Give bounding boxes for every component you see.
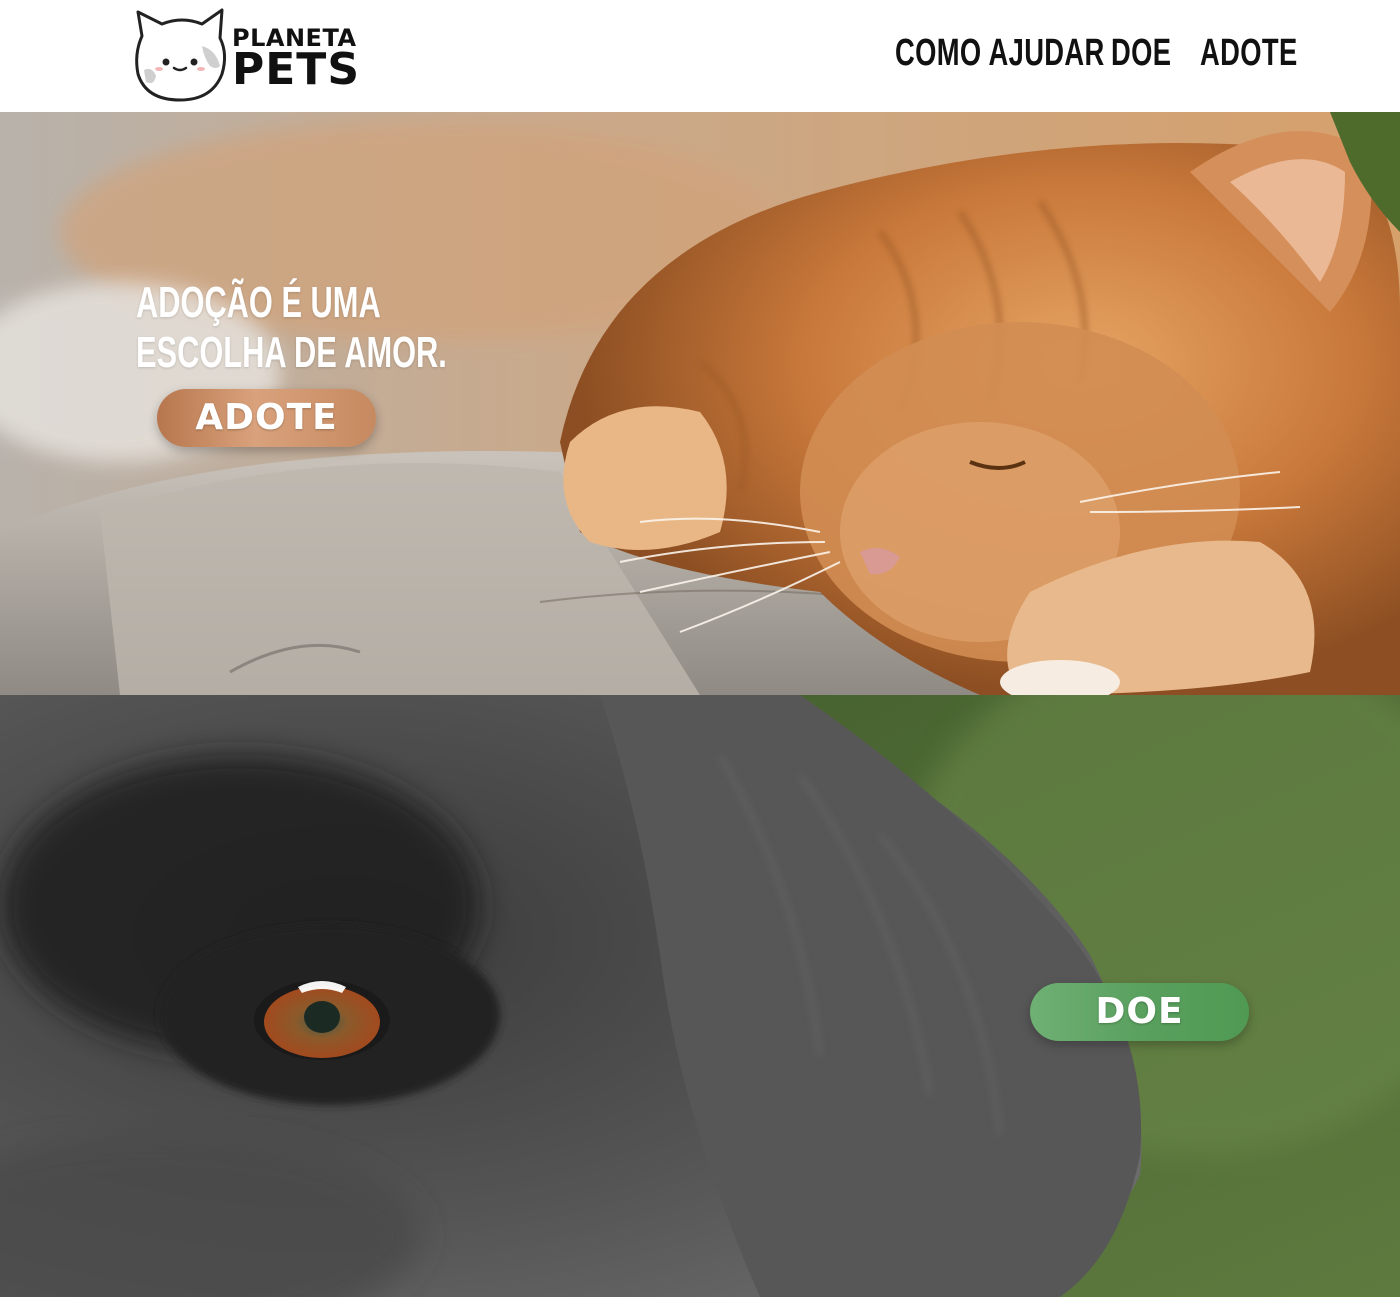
nav-doe[interactable]: DOE (1111, 32, 1195, 78)
brand-logo[interactable]: PLANETA PETS (132, 6, 372, 104)
brand-line-2: PETS (232, 44, 361, 95)
nav-doe-label[interactable]: DOE (1111, 32, 1171, 75)
site-header: PLANETA PETS COMO AJUDAR DOE ADOTE (0, 0, 1400, 112)
nav-adote[interactable]: ADOTE (1200, 32, 1336, 78)
hero-adoption-banner: ADOÇÃO É UMA ESCOLHA DE AMOR. ADOTE (0, 112, 1400, 695)
brand-wordmark: PLANETA PETS (232, 26, 360, 92)
cat-face-icon (135, 8, 227, 102)
hero-donation-banner: DOE (0, 695, 1400, 1297)
adopt-button[interactable]: ADOTE (157, 389, 376, 447)
nav-como-ajudar-label[interactable]: COMO AJUDAR (895, 32, 1105, 75)
hero-headline-line-2: ESCOLHA DE AMOR. (136, 328, 447, 377)
hero-headline: ADOÇÃO É UMA ESCOLHA DE AMOR. (136, 278, 447, 378)
hero-headline-line-1: ADOÇÃO É UMA (136, 278, 381, 327)
donate-button[interactable]: DOE (1030, 983, 1249, 1041)
nav-adote-label[interactable]: ADOTE (1200, 32, 1298, 75)
